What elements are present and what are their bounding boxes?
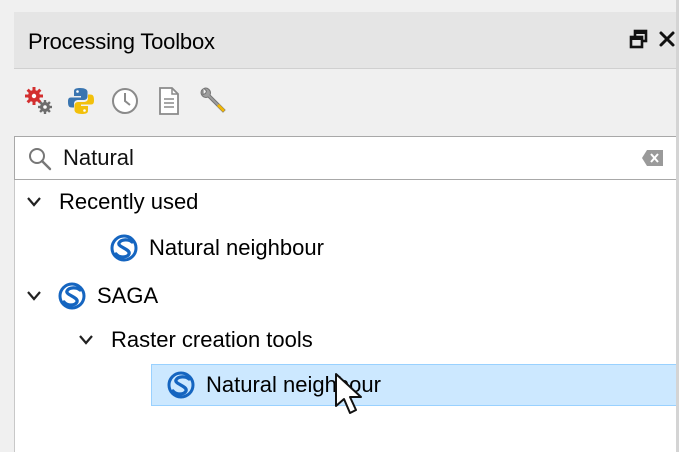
processing-toolbox-panel: Processing Toolbox Natural Recently used… [0,0,679,452]
algorithm-tree: Recently used Natural neighbour SAGA Ras… [14,180,679,452]
search-input[interactable] [63,143,603,173]
tree-group-label: Recently used [59,189,199,214]
tree-provider-label: SAGA [97,283,159,308]
tree-group-label: Raster creation tools [111,327,313,352]
results-document-icon[interactable] [152,84,186,118]
clear-icon[interactable] [641,149,665,167]
float-window-icon[interactable] [626,26,652,52]
tree-item-label: Natural neighbour [206,372,381,397]
saga-icon [166,370,196,400]
toolbox-toolbar [14,78,679,130]
chevron-down-icon[interactable] [23,191,45,213]
models-gear-icon[interactable] [22,84,56,118]
options-wrench-icon[interactable] [196,84,230,118]
tree-item-label: Natural neighbour [149,235,324,260]
history-clock-icon[interactable] [108,84,142,118]
tree-group-raster-creation-tools[interactable]: Raster creation tools [75,320,313,360]
panel-title: Processing Toolbox [28,29,215,54]
tree-item-natural-neighbour-selected[interactable]: Natural neighbour [151,364,679,406]
saga-icon [109,233,139,263]
tree-item-natural-neighbour-recent[interactable]: Natural neighbour [109,228,324,268]
tree-group-recently-used[interactable]: Recently used [23,182,198,222]
chevron-down-icon[interactable] [75,329,97,351]
search-box [14,136,679,180]
saga-icon [57,281,87,311]
panel-title-bar: Processing Toolbox [14,12,679,69]
search-icon [27,146,53,172]
python-icon[interactable] [64,84,98,118]
chevron-down-icon[interactable] [23,285,45,307]
tree-provider-saga[interactable]: SAGA [23,276,158,316]
